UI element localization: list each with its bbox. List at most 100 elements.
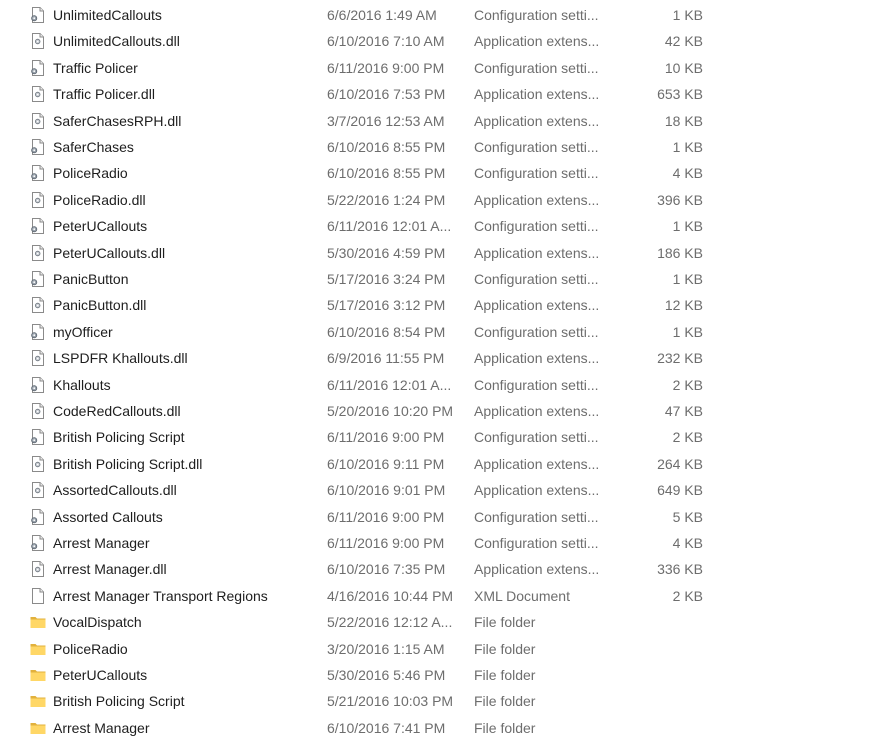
dll-file-icon	[29, 191, 47, 209]
file-row[interactable]: Arrest Manager.dll 6/10/2016 7:35 PM Appli…	[0, 556, 876, 582]
file-date-modified: 5/30/2016 5:46 PM	[327, 667, 446, 683]
dll-file-icon	[29, 481, 47, 499]
file-size: 2 KB	[672, 587, 703, 604]
file-name: PoliceRadio	[53, 165, 128, 182]
file-date-modified: 6/11/2016 9:00 PM	[327, 535, 445, 551]
xml-file-icon	[29, 587, 47, 605]
file-size: 12 KB	[664, 297, 703, 314]
dll-file-icon	[29, 296, 47, 314]
file-row[interactable]: Assorted Callouts 6/11/2016 9:00 PM Config…	[0, 504, 876, 530]
file-type: XML Document	[474, 587, 570, 604]
file-row[interactable]: Arrest Manager Transport Regions 4/16/201…	[0, 583, 876, 609]
file-row[interactable]: VocalDispatch 5/22/2016 12:12 A... File fo…	[0, 609, 876, 635]
dll-file-icon	[29, 402, 47, 420]
file-type: File folder	[474, 640, 536, 657]
dll-file-icon	[29, 455, 47, 473]
file-date-modified: 6/10/2016 7:35 PM	[327, 561, 446, 578]
file-date-modified: 6/10/2016 9:01 PM	[327, 482, 446, 499]
dll-file-icon	[29, 560, 47, 578]
file-row[interactable]: British Policing Script 6/11/2016 9:00 PM…	[0, 424, 876, 450]
file-row[interactable]: UnlimitedCallouts 6/6/2016 1:49 AM Configu…	[0, 2, 876, 28]
file-name: PanicButton	[53, 271, 129, 287]
file-name: British Policing Script	[53, 429, 185, 446]
file-name: UnlimitedCallouts.dll	[53, 33, 180, 50]
file-name: PoliceRadio	[53, 640, 128, 657]
file-name: LSPDFR Khallouts.dll	[53, 350, 188, 367]
file-row[interactable]: PeterUCallouts 5/30/2016 5:46 PM File fold…	[0, 662, 876, 688]
file-size: 2 KB	[672, 376, 703, 393]
file-row[interactable]: Arrest Manager 6/11/2016 9:00 PM Configura…	[0, 530, 876, 556]
file-row[interactable]: PoliceRadio.dll 5/22/2016 1:24 PM Applicat…	[0, 187, 876, 213]
file-row[interactable]: PoliceRadio 3/20/2016 1:15 AM File folder	[0, 636, 876, 662]
file-row[interactable]: CodeRedCallouts.dll 5/20/2016 10:20 PM App…	[0, 398, 876, 424]
file-type: Configuration setti...	[474, 535, 599, 551]
file-date-modified: 5/20/2016 10:20 PM	[327, 403, 454, 419]
file-size: 1 KB	[672, 218, 703, 235]
folder-icon	[29, 719, 47, 737]
file-type: Application extens...	[474, 191, 600, 208]
file-row[interactable]: PeterUCallouts.dll 5/30/2016 4:59 PM Appli…	[0, 240, 876, 266]
file-name: Arrest Manager	[53, 719, 150, 736]
file-date-modified: 5/21/2016 10:03 PM	[327, 693, 454, 710]
file-row[interactable]: Traffic Policer 6/11/2016 9:00 PM Configur…	[0, 55, 876, 81]
file-type: Application extens...	[474, 112, 600, 129]
file-row[interactable]: UnlimitedCallouts.dll 6/10/2016 7:10 AM Ap…	[0, 28, 876, 54]
folder-icon	[29, 613, 47, 631]
file-type: Application extens...	[474, 561, 600, 578]
file-row[interactable]: PoliceRadio 6/10/2016 8:55 PM Configuratio…	[0, 160, 876, 186]
dll-file-icon	[29, 244, 47, 262]
file-row[interactable]: Khallouts 6/11/2016 12:01 A... Configurati…	[0, 372, 876, 398]
file-type: Application extens...	[474, 244, 600, 261]
file-size: 1 KB	[672, 323, 703, 340]
dll-file-icon	[29, 349, 47, 367]
file-row[interactable]: PanicButton.dll 5/17/2016 3:12 PM Applicat…	[0, 292, 876, 318]
file-date-modified: 6/10/2016 9:11 PM	[327, 455, 445, 472]
file-date-modified: 3/7/2016 12:53 AM	[327, 112, 445, 129]
file-date-modified: 6/10/2016 7:10 AM	[327, 33, 445, 50]
file-type: Configuration setti...	[474, 139, 599, 155]
file-size: 10 KB	[664, 59, 703, 76]
file-type: Configuration setti...	[474, 429, 599, 446]
file-name: AssortedCallouts.dll	[53, 482, 177, 499]
file-name: SaferChasesRPH.dll	[53, 112, 182, 129]
file-name: British Policing Script	[53, 693, 185, 710]
file-row[interactable]: SaferChasesRPH.dll 3/7/2016 12:53 AM Appli…	[0, 108, 876, 134]
folder-icon	[29, 692, 47, 710]
file-name: PeterUCallouts.dll	[53, 244, 166, 261]
file-row[interactable]: myOfficer 6/10/2016 8:54 PM Configuration …	[0, 319, 876, 345]
file-size: 18 KB	[664, 112, 703, 129]
folder-icon	[29, 666, 47, 684]
file-size: 5 KB	[672, 508, 703, 525]
file-type: Configuration setti...	[474, 508, 599, 525]
file-size: 1 KB	[672, 139, 703, 155]
file-size: 653 KB	[657, 86, 703, 103]
file-date-modified: 5/17/2016 3:24 PM	[327, 271, 446, 287]
file-row[interactable]: LSPDFR Khallouts.dll 6/9/2016 11:55 PM App…	[0, 345, 876, 371]
file-type: Configuration setti...	[474, 323, 599, 340]
file-date-modified: 6/11/2016 9:00 PM	[327, 508, 445, 525]
file-type: Application extens...	[474, 455, 600, 472]
file-type: Configuration setti...	[474, 59, 599, 76]
file-date-modified: 6/10/2016 7:41 PM	[327, 719, 446, 736]
file-row[interactable]: British Policing Script 5/21/2016 10:03 P…	[0, 688, 876, 714]
file-size: 396 KB	[657, 191, 703, 208]
file-row[interactable]: PanicButton 5/17/2016 3:24 PM Configuratio…	[0, 266, 876, 292]
file-name: PeterUCallouts	[53, 218, 148, 235]
file-row[interactable]: Traffic Policer.dll 6/10/2016 7:53 PM Appl…	[0, 81, 876, 107]
file-date-modified: 6/11/2016 9:00 PM	[327, 429, 445, 446]
file-row[interactable]: Arrest Manager 6/10/2016 7:41 PM File fold…	[0, 715, 876, 741]
config-file-icon	[29, 6, 47, 24]
file-row[interactable]: SaferChases 6/10/2016 8:55 PM Configuratio…	[0, 134, 876, 160]
file-name: UnlimitedCallouts	[53, 7, 162, 23]
config-file-icon	[29, 217, 47, 235]
dll-file-icon	[29, 85, 47, 103]
file-date-modified: 6/10/2016 8:55 PM	[327, 139, 446, 155]
file-name: PoliceRadio.dll	[53, 191, 146, 208]
file-name: Arrest Manager	[53, 535, 150, 551]
file-row[interactable]: British Policing Script.dll 6/10/2016 9:1…	[0, 451, 876, 477]
file-row[interactable]: AssortedCallouts.dll 6/10/2016 9:01 PM App…	[0, 477, 876, 503]
file-name: VocalDispatch	[53, 614, 142, 631]
file-date-modified: 6/11/2016 12:01 A...	[327, 218, 452, 235]
file-type: Configuration setti...	[474, 218, 599, 235]
file-row[interactable]: PeterUCallouts 6/11/2016 12:01 A... Config…	[0, 213, 876, 239]
